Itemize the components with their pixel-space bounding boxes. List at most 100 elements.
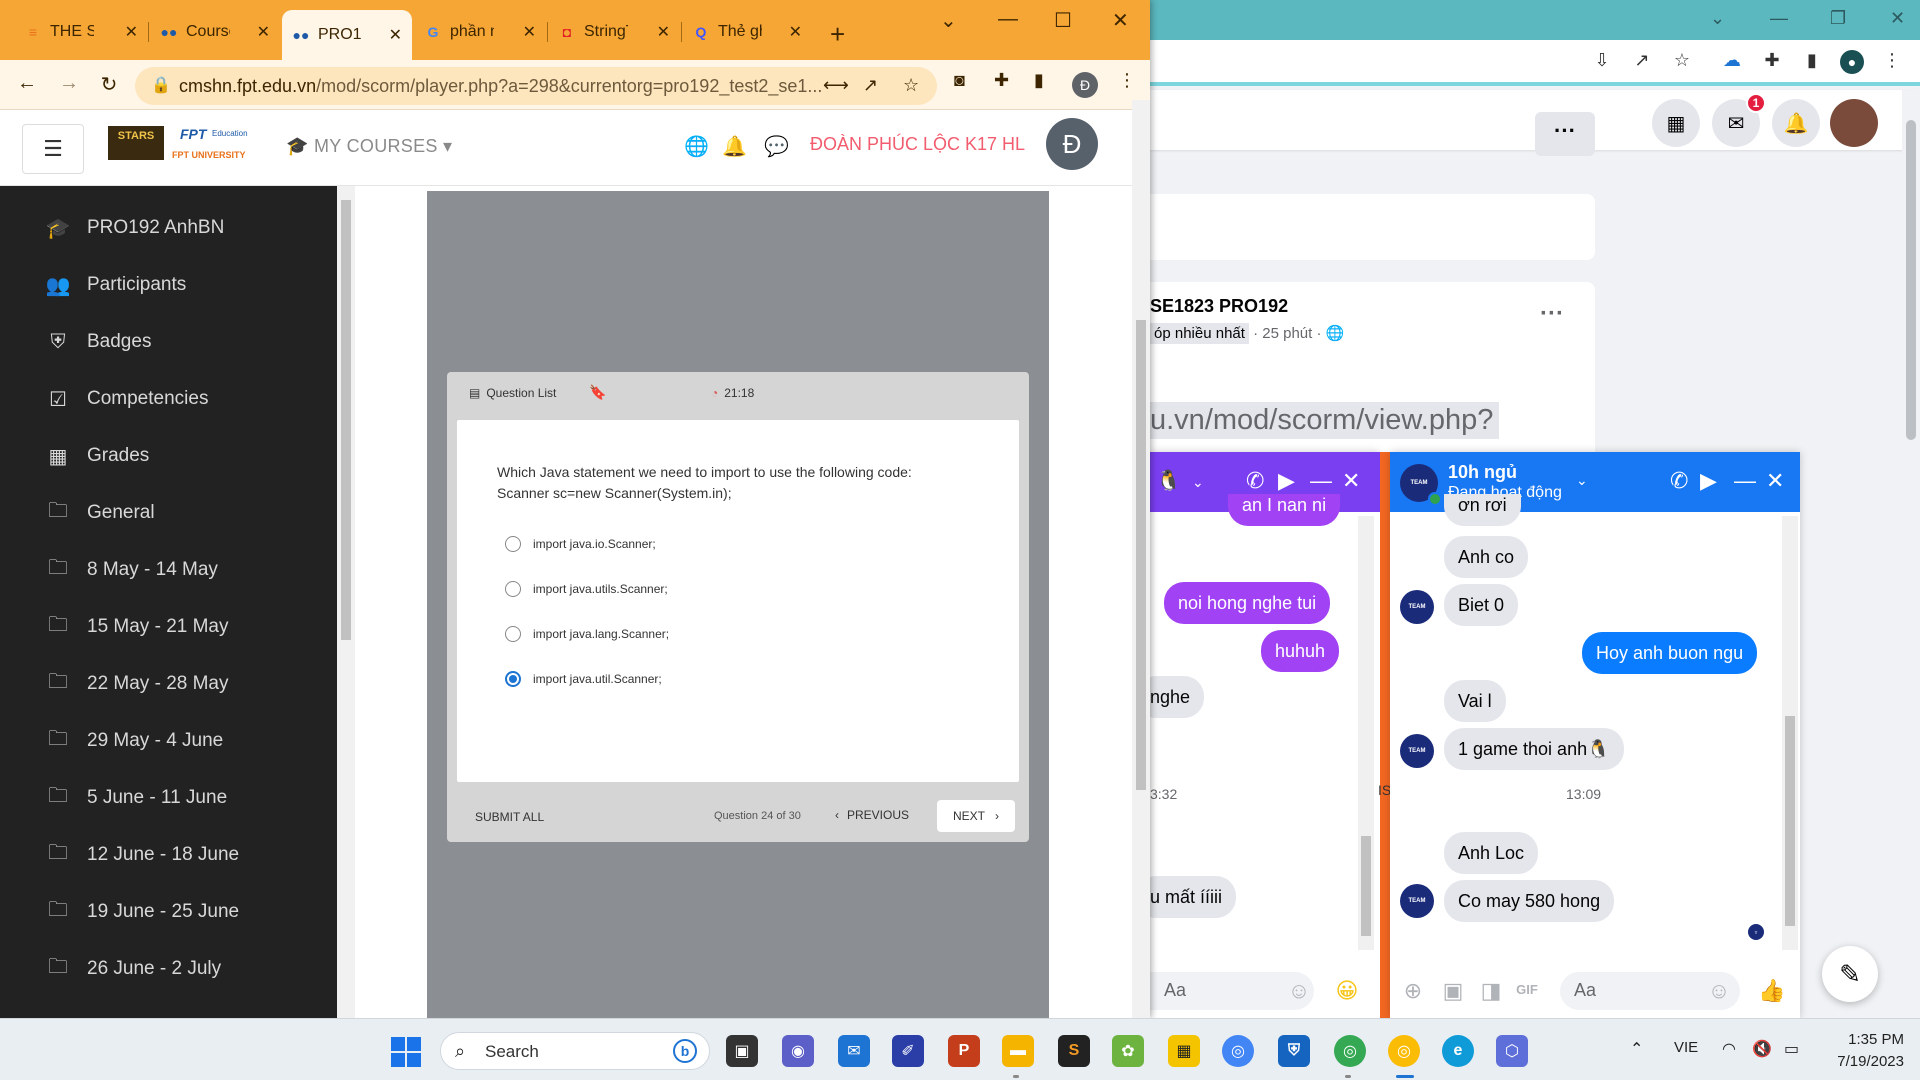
browser-tab[interactable]: ◘ StringTo ✕ [548, 12, 680, 52]
globe-icon[interactable]: 🌐 [684, 134, 709, 159]
speaker-muted-icon[interactable]: 🔇 [1752, 1039, 1772, 1059]
minimize-icon[interactable]: — [1310, 468, 1332, 494]
emoji-icon[interactable]: ☺ [1706, 978, 1732, 1004]
wifi-icon[interactable]: ◠ [1722, 1039, 1736, 1059]
emoji-grin-icon[interactable]: 😀 [1334, 978, 1360, 1004]
teams-chat-icon[interactable]: ◉ [782, 1035, 814, 1067]
reload-icon[interactable]: ↻ [96, 72, 122, 97]
sidebar-item-grades[interactable]: ▦ Grades [45, 438, 150, 474]
star-icon[interactable]: ☆ [1670, 50, 1694, 74]
clock-date[interactable]: 7/19/2023 [1820, 1053, 1904, 1070]
radio-button[interactable] [505, 536, 521, 552]
chevron-down-icon[interactable]: ⌄ [940, 8, 957, 33]
install-icon[interactable]: ⇩ [1590, 50, 1614, 74]
post-group-title[interactable]: SE1823 PRO192 [1150, 296, 1288, 317]
hamburger-menu-button[interactable]: ☰ [22, 124, 84, 174]
new-tab-button[interactable]: + [822, 14, 862, 54]
chrome-profile-icon[interactable]: ◎ [1334, 1035, 1366, 1067]
phone-icon[interactable]: ✆ [1670, 468, 1688, 494]
share-icon[interactable]: ↗ [863, 75, 878, 96]
browser-tab[interactable]: G phần nà ✕ [414, 12, 546, 52]
video-icon[interactable]: ▶ [1700, 468, 1717, 494]
chrome-profile-active-icon[interactable]: ◎ [1388, 1035, 1420, 1067]
bookmark-icon[interactable]: 🔖 [589, 384, 606, 401]
messenger-button[interactable]: ✉ 1 [1712, 93, 1766, 147]
sidepanel-icon[interactable]: ▮ [1034, 70, 1044, 91]
close-icon[interactable]: ✕ [657, 22, 670, 42]
next-button[interactable]: NEXT › [937, 800, 1015, 832]
menu-grid-icon[interactable]: ▦ [1652, 99, 1700, 147]
post-options-button[interactable]: ··· [1540, 300, 1564, 328]
post-author-tag[interactable]: óp nhiều nhất [1150, 323, 1249, 344]
chrome-icon[interactable]: ◎ [1222, 1035, 1254, 1067]
chevron-down-icon[interactable]: ⌄ [1192, 474, 1204, 491]
powerpoint-icon[interactable]: P [948, 1035, 980, 1067]
close-icon[interactable]: ✕ [523, 22, 536, 42]
mail-icon[interactable]: ✉ [838, 1035, 870, 1067]
chat-scrollbar[interactable] [1358, 516, 1374, 950]
video-icon[interactable]: ▶ [1278, 468, 1295, 494]
sidebar-item-week[interactable]: 🗀 22 May - 28 May [45, 666, 229, 702]
my-courses-menu[interactable]: 🎓 MY COURSES ▾ [286, 136, 452, 157]
task-view-icon[interactable]: ▣ [726, 1035, 758, 1067]
bookmark-star-icon[interactable]: ☆ [903, 75, 919, 96]
more-options-button[interactable]: ··· [1535, 112, 1595, 156]
sidebar-item-competencies[interactable]: ☑ Competencies [45, 381, 208, 417]
composer-card[interactable] [1150, 194, 1595, 260]
bing-icon[interactable]: b [673, 1039, 697, 1063]
puzzle-icon[interactable]: ✚ [1760, 50, 1784, 74]
close-icon[interactable]: ✕ [1342, 468, 1360, 494]
sidebar-item-week[interactable]: 🗀 5 June - 11 June [45, 780, 227, 816]
kebab-menu-icon[interactable]: ⋮ [1118, 70, 1136, 91]
bell-icon[interactable]: 🔔 [722, 134, 747, 159]
sidebar-scrollbar[interactable] [337, 186, 355, 1018]
address-bar[interactable]: 🔒 cmshn.fpt.edu.vn/mod/scorm/player.php?… [135, 67, 937, 105]
browser-tab[interactable]: ●● Course ✕ [150, 12, 280, 52]
sidebar-item-week[interactable]: 🗀 29 May - 4 June [45, 723, 223, 759]
translate-icon[interactable]: ⟷ [823, 75, 849, 96]
lock-icon[interactable]: 🔒 [151, 75, 171, 95]
image-icon[interactable]: ▣ [1440, 978, 1466, 1004]
close-icon[interactable]: ✕ [1112, 8, 1129, 33]
file-explorer-icon[interactable]: ▬ [1002, 1035, 1034, 1067]
close-icon[interactable]: ✕ [389, 25, 402, 45]
extension-glasses-icon[interactable]: ◙ [954, 70, 965, 91]
contact-name[interactable]: 10h ngủ [1448, 462, 1517, 483]
sidebar-item-week[interactable]: 🗀 26 June - 2 July [45, 951, 221, 987]
fpt-logo[interactable]: STARS FPT Education FPT UNIVERSITY [108, 126, 258, 166]
post-link-text[interactable]: u.vn/mod/scorm/view.php? [1150, 402, 1500, 439]
taskbar-search[interactable]: ⌕ Search b [440, 1032, 710, 1070]
url-text[interactable]: cmshn.fpt.edu.vn/mod/scorm/player.php?a=… [179, 76, 822, 97]
unikey-icon[interactable]: ▦ [1168, 1035, 1200, 1067]
battery-icon[interactable]: ▭ [1784, 1039, 1799, 1059]
sidebar-item-badges[interactable]: ⛨ Badges [45, 324, 152, 360]
whiteboard-icon[interactable]: ✐ [892, 1035, 924, 1067]
clock-time[interactable]: 1:35 PM [1834, 1031, 1904, 1048]
phone-icon[interactable]: ✆ [1246, 468, 1264, 494]
profile-avatar[interactable]: Đ [1072, 72, 1098, 98]
start-button[interactable] [391, 1037, 421, 1067]
chat-bubble-icon[interactable]: 💬 [764, 134, 789, 159]
puzzle-icon[interactable]: ✚ [994, 70, 1009, 91]
content-scrollbar[interactable] [1132, 100, 1150, 1018]
previous-button[interactable]: ‹ PREVIOUS [835, 808, 909, 822]
sidebar-item-week[interactable]: 🗀 12 June - 18 June [45, 837, 239, 873]
sidebar-item-participants[interactable]: 👥 Participants [45, 267, 187, 303]
cube-app-icon[interactable]: ⬡ [1496, 1035, 1528, 1067]
profile-icon[interactable]: ● [1840, 50, 1864, 74]
chevron-up-icon[interactable]: ⌃ [1630, 1039, 1643, 1059]
emoji-icon[interactable]: ☺ [1286, 978, 1312, 1004]
close-icon[interactable]: ✕ [789, 22, 802, 42]
new-message-button[interactable]: ✎ [1822, 946, 1878, 1002]
close-icon[interactable]: ✕ [1890, 8, 1905, 29]
radio-button[interactable] [505, 581, 521, 597]
gif-icon[interactable]: GIF [1514, 982, 1540, 1008]
radio-button[interactable] [505, 626, 521, 642]
question-list-button[interactable]: ▤ Question List [469, 386, 556, 400]
chevron-down-icon[interactable]: ⌄ [1710, 8, 1725, 29]
forward-icon[interactable]: → [56, 72, 82, 95]
sublime-icon[interactable]: S [1058, 1035, 1090, 1067]
answer-option[interactable]: import java.lang.Scanner; [505, 626, 669, 642]
browser-tab[interactable]: Q Thẻ ghi ✕ [682, 12, 812, 52]
submit-all-button[interactable]: SUBMIT ALL [475, 810, 544, 824]
